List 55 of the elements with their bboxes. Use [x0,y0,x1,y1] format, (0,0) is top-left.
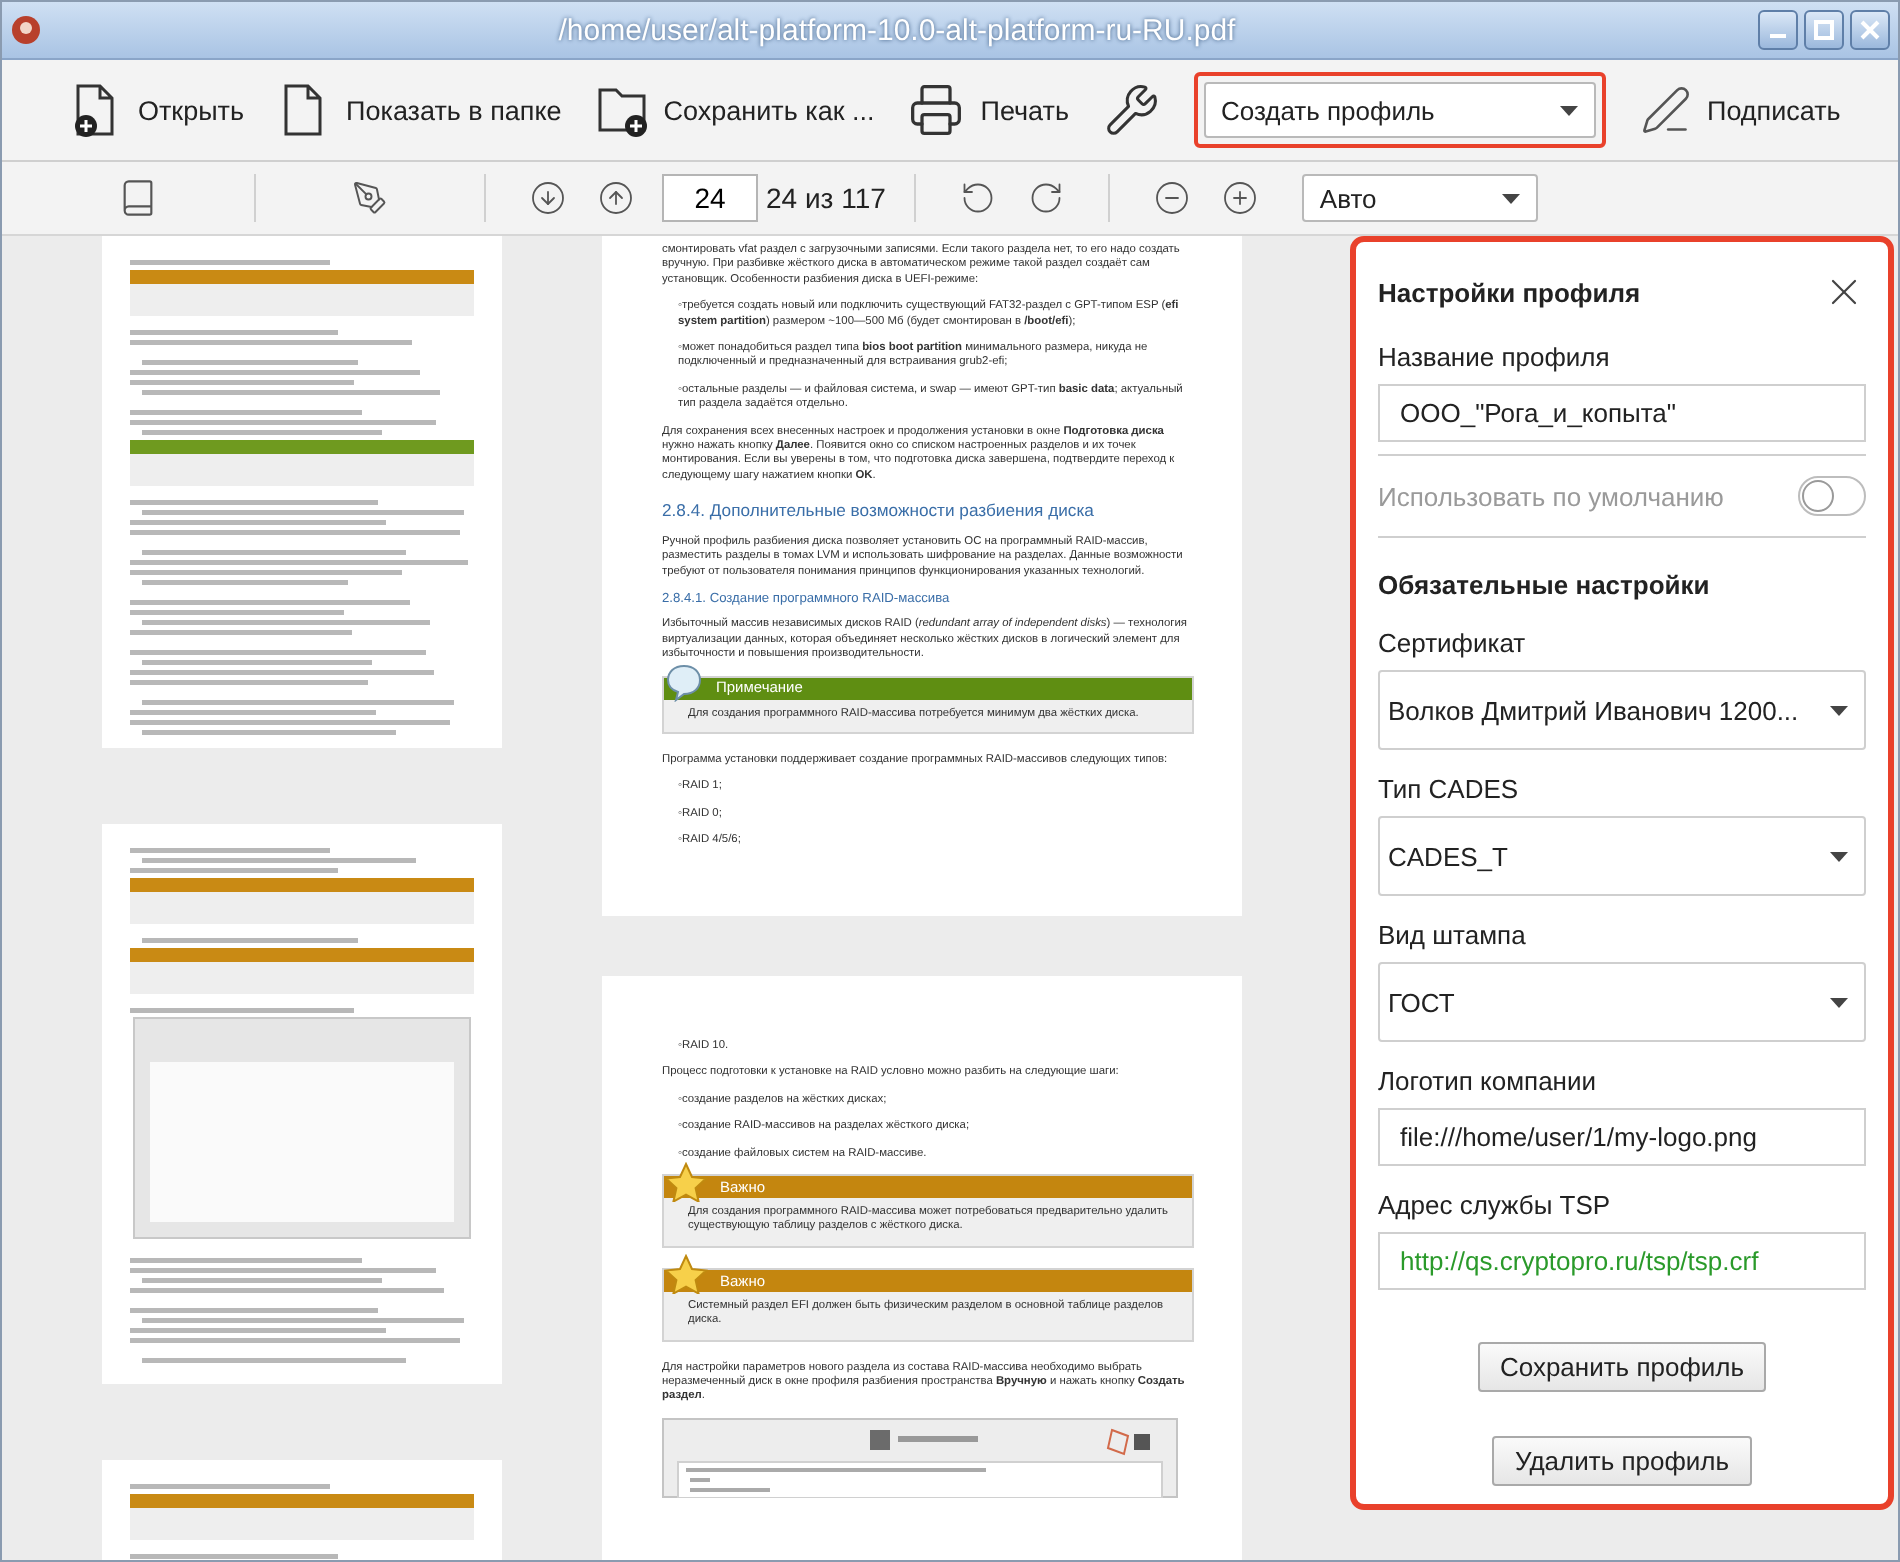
zoom-out-icon[interactable] [1153,180,1190,216]
app-icon [10,14,42,46]
rotate-right-icon[interactable] [1027,180,1064,216]
toolbar-button[interactable]: Показать в папке [278,82,562,138]
pen-icon [1639,84,1691,136]
zoom-in-icon[interactable] [1221,180,1258,216]
dropdown[interactable]: ГОСТ [1378,962,1866,1042]
dropdown-caret-icon [1830,705,1848,715]
sign-button[interactable]: Подписать [1639,84,1841,136]
window-title: /home/user/alt-platform-10.0-alt-platform-ru-RU.pdf [556,13,1238,47]
toolbar-button[interactable]: Открыть [70,82,245,138]
book-icon[interactable] [118,178,158,218]
panel-button[interactable]: Удалить профиль [1492,1436,1752,1486]
dropdown-caret-icon [1559,105,1577,115]
section-heading: 2.8.4. Дополнительные возможности разбиения диска [662,504,1096,520]
wrench-icon [1103,82,1159,138]
dropdown-caret-icon [1830,997,1848,1007]
field-label: Название профиля [1378,342,1612,372]
profile-name-field[interactable]: ООО_"Рога_и_копыта" [1378,384,1866,442]
previous-page-icon[interactable] [598,180,634,216]
minimize-button[interactable] [1758,10,1798,50]
text-field[interactable]: http://qs.cryptopro.ru/tsp/tsp.crf [1378,1232,1866,1290]
toolbar-button[interactable]: Печать [908,82,1069,138]
page-thumbnail-drawing[interactable] [102,236,502,748]
toolbar-button[interactable]: Сохранить как ... [595,82,875,138]
page-thumbnail-drawing[interactable] [102,824,502,1384]
pen-nib-icon[interactable] [352,180,388,216]
speech-bubble-icon [664,662,704,703]
close-button[interactable] [1850,10,1890,50]
field-label: Вид штампа [1378,920,1528,950]
dropdown-caret-icon [1830,851,1848,861]
dropdown[interactable]: Волков Дмитрий Иванович 1200... [1378,670,1866,750]
next-page-icon[interactable] [530,180,566,216]
minimize-icon [1770,34,1786,38]
field-label: Логотип компании [1378,1066,1599,1096]
close-icon [1860,20,1880,40]
zoom-dropdown[interactable]: Авто [1301,174,1538,222]
dropdown[interactable]: CADES_T [1378,816,1866,896]
page-count: 24 из 117 [766,182,886,214]
maximize-icon [1814,20,1834,40]
text-field[interactable]: file:///home/user/1/my-logo.png [1378,1108,1866,1166]
page-number-input[interactable]: 24 [662,174,758,222]
field-label: Адрес службы TSP [1378,1190,1613,1220]
panel-title: Настройки профиля [1378,278,1641,308]
field-label: Сертификат [1378,628,1528,658]
maximize-button[interactable] [1804,10,1844,50]
dropdown-caret-icon [1501,193,1520,203]
toggle-label: Использовать по умолчанию [1378,481,1724,511]
field-label: Тип CADES [1378,774,1521,804]
settings-button[interactable] [1103,82,1159,138]
rotate-left-icon[interactable] [959,180,996,216]
panel-button[interactable]: Сохранить профиль [1477,1342,1767,1392]
section-title: Обязательные настройки [1378,570,1712,600]
profile-dropdown[interactable]: Создать профиль [1203,82,1595,138]
printer-icon [908,82,965,138]
